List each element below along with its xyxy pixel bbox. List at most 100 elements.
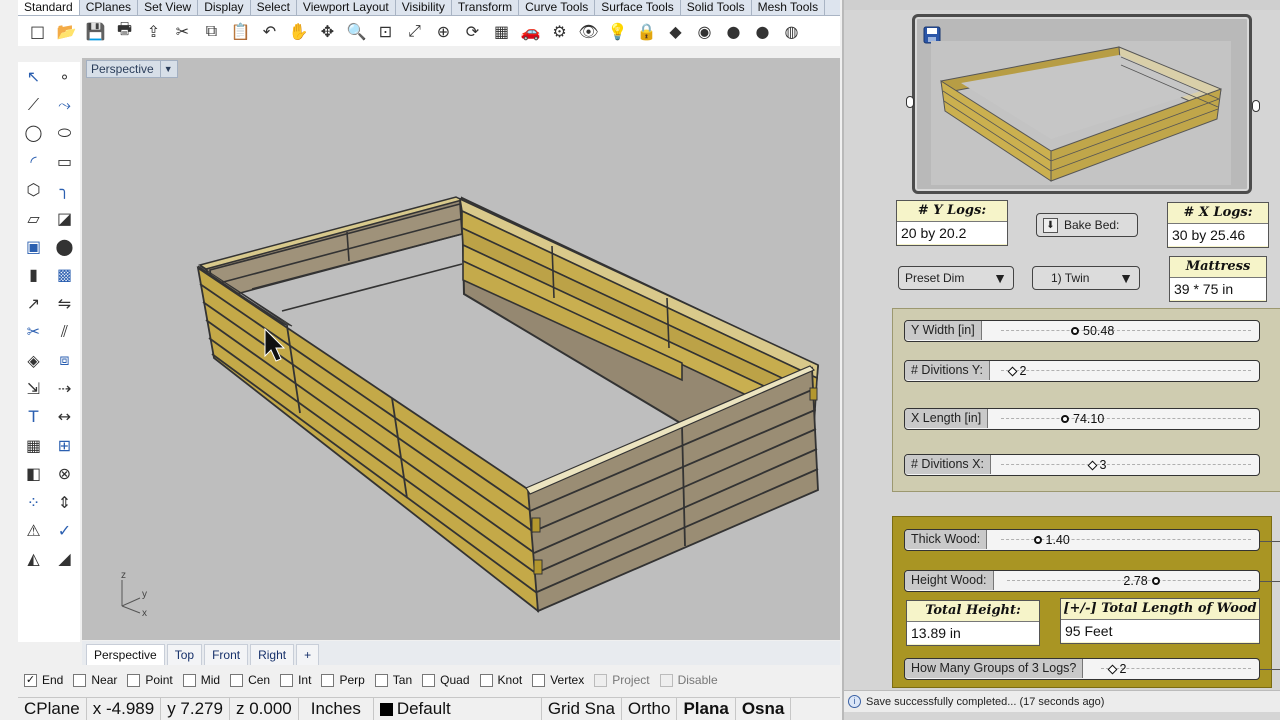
circle-icon[interactable]: ◯ <box>18 119 49 147</box>
checkbox[interactable] <box>321 673 335 687</box>
checkbox[interactable] <box>659 673 673 687</box>
rotate-view-icon[interactable]: ⟳ <box>459 18 486 44</box>
boolean-icon[interactable]: ◈ <box>18 346 49 374</box>
checkbox[interactable] <box>479 673 493 687</box>
slider-knob[interactable]: 2 <box>1007 365 1026 377</box>
slider-track[interactable] <box>1001 330 1251 331</box>
perspective-viewport[interactable]: z y x Perspective ▼ <box>82 58 840 640</box>
float-grip-icon[interactable] <box>1151 577 1160 585</box>
osnap-near[interactable]: Near <box>73 673 117 687</box>
zoom-icon[interactable]: 🔍 <box>343 18 370 44</box>
total-length-panel[interactable]: [+/-] Total Length of Wood 95 Feet <box>1060 598 1260 644</box>
chevron-down-icon[interactable]: ▼ <box>159 61 173 77</box>
properties-icon[interactable]: ⚙ <box>546 18 573 44</box>
check-icon[interactable]: ✓ <box>49 516 80 544</box>
checkbox[interactable] <box>280 673 294 687</box>
slider-knob[interactable]: 2 <box>1107 663 1126 675</box>
thick-wood-slider[interactable]: Thick Wood: 1.40 <box>904 529 1260 551</box>
tab-display[interactable]: Display <box>198 0 251 15</box>
polygon-icon[interactable]: ⬡ <box>18 176 49 204</box>
tab-cplanes[interactable]: CPlanes <box>80 0 139 15</box>
slider-knob[interactable]: 2.78 <box>1123 575 1160 587</box>
rectangle-icon[interactable]: ▭ <box>49 147 80 175</box>
slider-knob[interactable]: 50.48 <box>1071 325 1114 337</box>
y-logs-panel[interactable]: # Y Logs: 20 by 20.2 <box>896 200 1008 246</box>
add-viewport-tab[interactable]: + <box>296 644 320 665</box>
height-wood-slider[interactable]: Height Wood: 2.78 <box>904 570 1260 592</box>
open-folder-icon[interactable]: 📂 <box>53 18 80 44</box>
arc-icon[interactable]: ◜ <box>18 147 49 175</box>
osnap-perp[interactable]: Perp <box>321 673 365 687</box>
copy-icon[interactable]: ⧉ <box>198 18 225 44</box>
integer-grip-icon[interactable] <box>1007 366 1017 376</box>
move-view-icon[interactable]: ✥ <box>314 18 341 44</box>
status-layer[interactable]: Default <box>374 698 542 720</box>
slider-track[interactable] <box>1001 464 1251 465</box>
viewport-title[interactable]: Perspective ▼ <box>86 60 178 78</box>
box-icon[interactable]: ▣ <box>18 232 49 260</box>
tab-select[interactable]: Select <box>251 0 297 15</box>
osnap-point[interactable]: Point <box>127 673 173 687</box>
offset-icon[interactable]: ⇲ <box>18 374 49 402</box>
analyze-icon[interactable]: ⚠ <box>18 516 49 544</box>
grasshopper-canvas[interactable]: # Y Logs: 20 by 20.2 ⬇ Bake Bed: # X Log… <box>842 0 1280 720</box>
osnap-end[interactable]: ✓ End <box>24 673 63 687</box>
view-tab-right[interactable]: Right <box>250 644 295 665</box>
surface-icon[interactable]: ▱ <box>18 204 49 232</box>
import-icon[interactable]: ⇪ <box>140 18 167 44</box>
group-icon[interactable]: ⧈ <box>49 346 80 374</box>
bake-bed-button[interactable]: ⬇ Bake Bed: <box>1036 213 1138 237</box>
print-icon[interactable]: 🖶 <box>111 18 138 44</box>
new-file-icon[interactable]: □ <box>24 18 51 44</box>
osnap-vertex[interactable]: Vertex <box>532 673 584 687</box>
height-icon[interactable]: ⇕ <box>49 488 80 516</box>
mirror-icon[interactable]: ⇋ <box>49 289 80 317</box>
cylinder-icon[interactable]: ▮ <box>18 261 49 289</box>
osnap-quad[interactable]: Quad <box>422 673 470 687</box>
ellipse-icon[interactable]: ⬭ <box>49 119 80 147</box>
checkbox[interactable] <box>422 673 436 687</box>
osnap-tan[interactable]: Tan <box>374 673 412 687</box>
dimension-icon[interactable]: ↔ <box>49 403 80 431</box>
rendered-sphere-icon[interactable]: ● <box>749 18 776 44</box>
divitions-y-slider[interactable]: # Divitions Y: 2 <box>904 360 1260 382</box>
x-length-slider[interactable]: X Length [in] 74.10 <box>904 408 1260 430</box>
fillet-icon[interactable]: ╮ <box>49 176 80 204</box>
groups-slider[interactable]: How Many Groups of 3 Logs? 2 <box>904 658 1260 680</box>
sphere-icon[interactable]: ⬤ <box>49 232 80 260</box>
tab-visibility[interactable]: Visibility <box>396 0 452 15</box>
viewport-title-label[interactable]: Perspective <box>91 61 154 77</box>
osnap-project[interactable]: Project <box>594 673 650 687</box>
slider-knob[interactable]: 3 <box>1087 459 1106 471</box>
solid-icon[interactable]: ◧ <box>18 459 49 487</box>
light-bulb-icon[interactable]: 💡 <box>604 18 631 44</box>
checkbox[interactable] <box>73 673 87 687</box>
loft-icon[interactable]: ◪ <box>49 204 80 232</box>
preset-dim-dropdown[interactable]: Preset Dim ▼ <box>898 266 1014 290</box>
float-grip-icon[interactable] <box>1033 536 1042 544</box>
status-osnap[interactable]: Osna <box>736 698 792 720</box>
osnap-int[interactable]: Int <box>280 673 311 687</box>
tab-mesh-tools[interactable]: Mesh Tools <box>752 0 826 15</box>
zoom-window-icon[interactable]: ⊡ <box>372 18 399 44</box>
zoom-extents-icon[interactable]: ⤢ <box>401 18 428 44</box>
grid-icon[interactable]: ⁘ <box>18 488 49 516</box>
slider-knob[interactable]: 74.10 <box>1061 413 1104 425</box>
osnap-cen[interactable]: Cen <box>230 673 270 687</box>
transform-icon[interactable]: ↗ <box>18 289 49 317</box>
mesh-icon[interactable]: ▩ <box>49 261 80 289</box>
tab-set-view[interactable]: Set View <box>138 0 199 15</box>
render-icon[interactable]: ◍ <box>778 18 805 44</box>
status-ortho[interactable]: Ortho <box>622 698 678 720</box>
undo-icon[interactable]: ↶ <box>256 18 283 44</box>
slider-track[interactable] <box>1001 418 1251 419</box>
lock-icon[interactable]: 🔒 <box>633 18 660 44</box>
float-grip-icon[interactable] <box>1061 415 1069 423</box>
status-planar[interactable]: Plana <box>677 698 736 720</box>
view-tab-front[interactable]: Front <box>204 644 249 665</box>
checkbox[interactable] <box>374 673 388 687</box>
point-icon[interactable]: ∘ <box>49 62 80 90</box>
checkbox[interactable] <box>127 673 141 687</box>
preview-output-grip[interactable] <box>1252 100 1260 112</box>
osnap-disable[interactable]: Disable <box>659 673 718 687</box>
